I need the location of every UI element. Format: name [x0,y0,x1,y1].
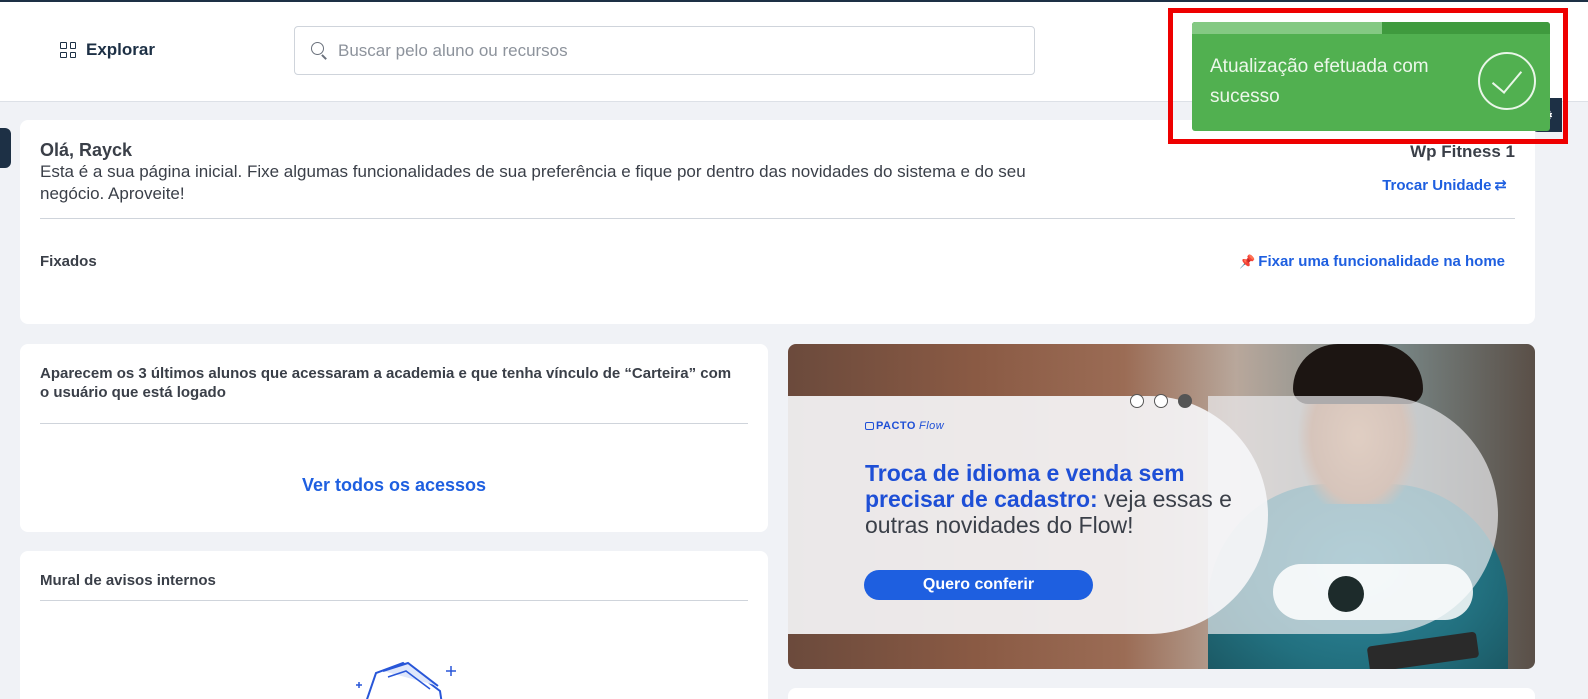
pinned-title: Fixados [40,253,97,270]
pin-icon: 📌 [1239,253,1256,269]
switch-unit-link[interactable]: Trocar Unidade ⇄ [1382,176,1507,195]
banner-pill-shape [1273,564,1473,620]
banner-headline: Troca de idioma e venda sem precisar de … [865,460,1245,538]
pin-link-label: Fixar uma funcionalidade na home [1258,253,1505,270]
banner-cta-button[interactable]: Quero conferir [864,570,1093,600]
see-all-access-link[interactable]: Ver todos os acessos [20,475,768,496]
pacto-logo-icon [865,422,874,430]
banner-person-hair [1293,344,1423,404]
welcome-divider [40,218,1515,219]
explore-button[interactable]: Explorar [60,40,155,60]
explore-label: Explorar [86,40,155,59]
switch-unit-label: Trocar Unidade [1382,176,1492,194]
next-card-edge [788,688,1535,699]
promo-banner[interactable]: PACTO Flow Troca de idioma e venda sem pr… [788,344,1535,669]
welcome-card: Olá, Rayck Esta é a sua página inicial. … [20,120,1535,324]
pin-feature-link[interactable]: 📌 Fixar uma funcionalidade na home [1239,253,1505,270]
greeting: Olá, Rayck [40,140,133,160]
carousel-dots [1130,394,1192,408]
pacto-flow-logo: PACTO Flow [865,420,944,432]
banner-dot-shape [1328,576,1364,612]
swap-icon: ⇄ [1494,177,1507,194]
toast-highlight-frame [1168,8,1568,144]
access-description: Aparecem os 3 últimos alunos que acessar… [40,365,732,401]
sidebar-toggle-handle[interactable] [0,128,11,168]
mural-card: Mural de avisos internos [20,551,768,699]
carousel-dot-3[interactable] [1178,394,1192,408]
grid-icon [60,42,76,58]
search-box[interactable] [294,26,1035,75]
carousel-dot-2[interactable] [1154,394,1168,408]
search-icon [311,42,328,59]
recent-access-card: Aparecem os 3 últimos alunos que acessar… [20,344,768,532]
unit-name: Wp Fitness 1 [1410,142,1515,161]
mural-title: Mural de avisos internos [40,572,216,589]
access-divider [40,423,748,424]
mural-divider [40,600,748,601]
carousel-dot-1[interactable] [1130,394,1144,408]
welcome-text: Esta é a sua página inicial. Fixe alguma… [40,162,1026,203]
empty-folder-illustration [356,661,456,699]
search-input[interactable] [338,40,998,61]
